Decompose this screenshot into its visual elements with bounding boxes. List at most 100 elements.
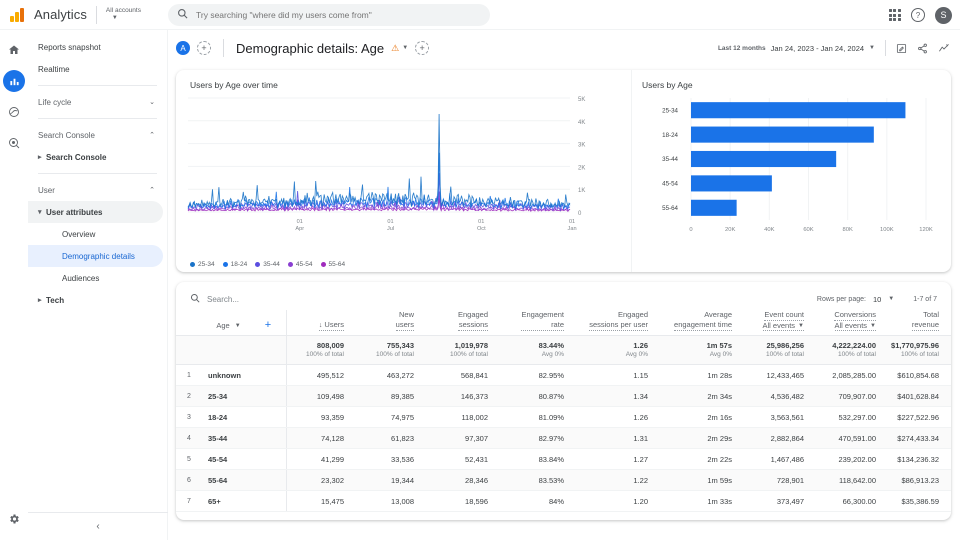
sidebar-item-audiences[interactable]: Audiences <box>28 267 163 289</box>
row-index-header <box>176 310 202 337</box>
sidebar-group-life-cycle[interactable]: Life cycle ⌄ <box>28 91 163 113</box>
sidebar-item-search-console[interactable]: ▸ Search Console <box>28 146 163 168</box>
sidebar-item-reports-snapshot[interactable]: Reports snapshot <box>28 36 163 58</box>
legend-item[interactable]: 55-64 <box>320 261 345 268</box>
metric-cell: 84% <box>500 490 576 513</box>
column-header-engagement-rate[interactable]: Engagement rate <box>500 310 576 337</box>
table-row[interactable]: 3 18-24 93,359 74,975 118,002 81.09% 1.26 2m 16… <box>176 406 951 429</box>
legend-item[interactable]: 35-44 <box>255 261 280 268</box>
metric-cell: 80.87% <box>500 385 576 408</box>
home-icon[interactable] <box>3 39 25 61</box>
metric-cell: 1.26 <box>576 406 660 429</box>
column-header-engaged-sessions-per-user[interactable]: Engaged sessions per user <box>576 310 660 337</box>
add-comparison-button[interactable]: + <box>197 41 211 55</box>
edit-icon[interactable] <box>896 43 907 54</box>
sidebar-group-search-console[interactable]: Search Console ⌃ <box>28 124 163 146</box>
sidebar-item-demographic-details[interactable]: Demographic details <box>28 245 163 267</box>
metric-cell: 81.09% <box>500 406 576 429</box>
table-row[interactable]: 4 35-44 74,128 61,823 97,307 82.97% 1.31 2m 29s… <box>176 427 951 450</box>
column-header-total-revenue[interactable]: Total revenue <box>888 310 951 337</box>
date-range-selector[interactable]: Last 12 months Jan 24, 2023 - Jan 24, 20… <box>718 44 875 53</box>
chevron-down-icon: ⌄ <box>149 99 155 106</box>
avatar[interactable]: S <box>935 6 952 24</box>
dimension-cell[interactable]: unknown <box>202 364 286 387</box>
sidebar-group-user[interactable]: User ⌃ <box>28 179 163 201</box>
column-header-conversions[interactable]: Conversions All events ▼ <box>816 310 888 337</box>
report-header-actions: Last 12 months Jan 24, 2023 - Jan 24, 20… <box>718 40 950 56</box>
advertising-icon[interactable] <box>3 132 25 154</box>
legend-item[interactable]: 45-54 <box>287 261 313 268</box>
apps-grid-icon[interactable] <box>888 8 901 22</box>
dimension-selector[interactable]: Age ▼ <box>216 321 240 330</box>
filter-label: All events <box>762 321 796 331</box>
dimension-cell[interactable]: 35-44 <box>202 427 286 450</box>
gear-icon[interactable] <box>3 508 25 530</box>
chevron-down-icon: ▼ <box>234 322 241 329</box>
brand-name: Analytics <box>34 7 87 22</box>
conversions-filter[interactable]: All events ▼ <box>834 321 876 332</box>
chevron-down-icon[interactable]: ▼ <box>888 296 894 302</box>
column-header-users[interactable]: ↓ Users <box>285 310 356 337</box>
svg-text:18-24: 18-24 <box>662 132 678 139</box>
metric-cell: 15,475 <box>285 490 356 513</box>
add-dimension-button[interactable]: + <box>265 319 271 331</box>
event-count-filter[interactable]: All events ▼ <box>762 321 804 332</box>
legend-item[interactable]: 18-24 <box>222 261 247 268</box>
dimension-header: Age ▼ + <box>202 310 286 337</box>
table-row[interactable]: 2 25-34 109,498 89,385 146,373 80.87% 1.34 2m 3… <box>176 385 951 408</box>
column-header-event-count[interactable]: Event count All events ▼ <box>744 310 816 337</box>
reports-icon[interactable] <box>3 70 25 92</box>
share-icon[interactable] <box>917 43 928 54</box>
sidebar-item-label: Search Console <box>46 152 107 162</box>
svg-text:100K: 100K <box>880 227 894 233</box>
table-row[interactable]: 1 unknown 495,512 463,272 568,841 82.95% 1.15 1… <box>176 364 951 387</box>
column-header-average-engagement-time[interactable]: Average engagement time <box>660 310 744 337</box>
all-users-chip[interactable]: A <box>176 41 190 55</box>
sidebar-item-realtime[interactable]: Realtime <box>28 58 163 80</box>
sidebar-item-label: Audiences <box>62 273 100 283</box>
dimension-cell[interactable]: 25-34 <box>202 385 286 408</box>
column-header-engaged-sessions[interactable]: Engaged sessions <box>426 310 500 337</box>
account-label: All accounts <box>105 6 141 14</box>
total-unit: Avg 0% <box>709 351 732 359</box>
chevron-up-icon: ⌃ <box>149 132 155 139</box>
total-cell: 1,019,978 100% of total <box>426 335 500 366</box>
table-row[interactable]: 7 65+ 15,475 13,008 18,596 84% 1.20 1m 33s 373,4… <box>176 490 951 513</box>
account-selector[interactable]: All accounts ▼ <box>105 6 141 21</box>
explore-icon[interactable] <box>3 101 25 123</box>
sidebar-item-overview[interactable]: Overview <box>28 223 163 245</box>
row-index <box>176 335 202 366</box>
dimension-cell[interactable]: 55-64 <box>202 469 286 492</box>
dimension-cell[interactable]: 65+ <box>202 490 286 513</box>
svg-text:1K: 1K <box>578 188 585 194</box>
column-header-new-users[interactable]: New users <box>356 310 426 337</box>
dimension-cell[interactable]: 45-54 <box>202 448 286 471</box>
sidebar-item-user-attributes[interactable]: ▾ User attributes <box>28 201 163 223</box>
metric-cell: 89,385 <box>356 385 426 408</box>
divider <box>38 173 157 174</box>
svg-text:55-64: 55-64 <box>662 205 678 212</box>
insights-icon[interactable] <box>938 43 950 54</box>
global-search[interactable] <box>168 4 490 26</box>
rows-per-page-value[interactable]: 10 <box>873 295 881 304</box>
legend-item[interactable]: 25-34 <box>190 261 215 268</box>
search-input[interactable] <box>196 10 466 20</box>
table-row[interactable]: 5 45-54 41,299 33,536 52,431 83.84% 1.27 2m 22s… <box>176 448 951 471</box>
metric-cell: 97,307 <box>426 427 500 450</box>
svg-text:01: 01 <box>478 219 484 225</box>
collapse-sidebar-button[interactable]: ‹ <box>28 512 168 540</box>
total-unit: 100% of total <box>766 351 804 359</box>
dimension-cell[interactable]: 18-24 <box>202 406 286 429</box>
warning-badge[interactable]: ⚠ ▼ <box>391 43 408 54</box>
metric-cell: 2,085,285.00 <box>816 364 888 387</box>
metric-cell: 118,642.00 <box>816 469 888 492</box>
total-cell: 25,986,256 100% of total <box>744 335 816 366</box>
table-search-input[interactable]: Search... <box>207 295 239 304</box>
table-row[interactable]: 6 55-64 23,302 19,344 28,346 83.53% 1.22 1m 59s… <box>176 469 951 492</box>
metric-cell: $227,522.96 <box>888 406 951 429</box>
sidebar-item-tech[interactable]: ▸ Tech <box>28 289 163 311</box>
sidebar-item-label: User attributes <box>46 207 103 217</box>
help-icon[interactable]: ? <box>911 8 925 22</box>
add-filter-button[interactable]: + <box>415 41 430 55</box>
metric-cell: 1.27 <box>576 448 660 471</box>
